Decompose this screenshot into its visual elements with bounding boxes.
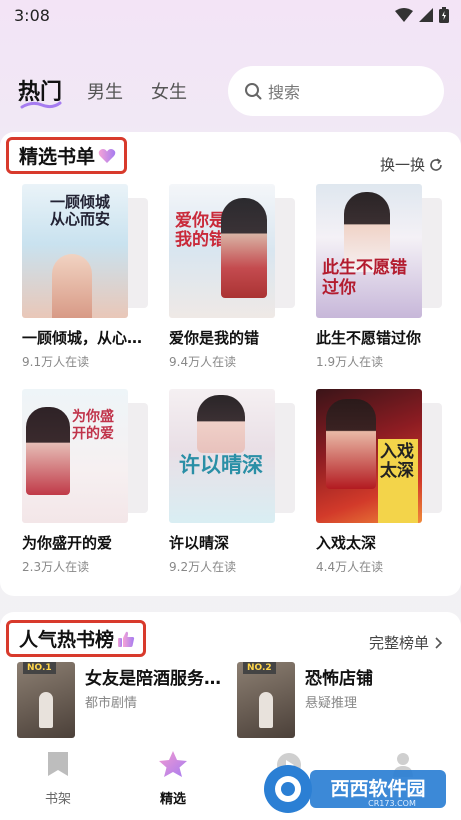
book-card[interactable]: 为你盛开的爱 为你盛开的爱 2.3万人在读 xyxy=(22,389,150,575)
ranking-item[interactable]: NO.1 女友是陪酒服务… 都市剧情 xyxy=(17,662,227,738)
refresh-icon xyxy=(430,157,442,171)
nav-bookshelf[interactable]: 书架 xyxy=(23,750,93,807)
book-card[interactable]: 爱你是我的错 爱你是我的错 9.4万人在读 xyxy=(169,184,297,370)
ranking-title: 女友是陪酒服务… xyxy=(85,669,221,689)
full-ranking-button[interactable]: 完整榜单 xyxy=(369,632,443,653)
cover-title: 许以晴深 xyxy=(179,452,263,477)
cover-figure xyxy=(26,407,70,495)
active-tab-underline xyxy=(20,101,62,109)
ranking-cover: NO.1 xyxy=(17,662,75,738)
status-bar: 3:08 xyxy=(0,0,461,32)
heart-icon xyxy=(98,148,116,163)
ranking-genre: 悬疑推理 xyxy=(305,696,358,711)
ranking-item[interactable]: NO.2 恐怖店铺 悬疑推理 xyxy=(237,662,437,738)
book-readers: 4.4万人在读 xyxy=(316,560,384,574)
featured-title-text: 精选书单 xyxy=(19,146,96,168)
book-readers: 1.9万人在读 xyxy=(316,355,384,369)
book-readers: 9.4万人在读 xyxy=(169,355,237,369)
cover-title: 入戏太深 xyxy=(380,442,414,481)
book-title: 入戏太深 xyxy=(316,534,377,552)
cover-figure xyxy=(326,399,376,489)
status-time: 3:08 xyxy=(14,6,50,25)
nav-label: 书架 xyxy=(44,792,71,807)
cover-vase xyxy=(39,692,53,728)
ranking-title: 人气热书榜 xyxy=(6,620,147,657)
featured-title: 精选书单 xyxy=(6,137,128,174)
tab-male[interactable]: 男生 xyxy=(87,78,123,104)
ranking-cover: NO.2 xyxy=(237,662,295,738)
search-input[interactable]: 搜索 xyxy=(228,66,444,116)
cover-figure xyxy=(52,254,92,318)
watermark-text: 西西软件园 xyxy=(330,777,425,800)
chevron-right-icon xyxy=(435,636,443,649)
book-readers: 9.2万人在读 xyxy=(169,560,237,574)
signal-icon xyxy=(419,8,433,22)
ranking-title: 恐怖店铺 xyxy=(305,669,373,689)
full-ranking-label: 完整榜单 xyxy=(368,634,429,652)
cover-title: 爱你是我的错 xyxy=(175,211,226,250)
thumbs-up-icon xyxy=(118,631,135,647)
bookmark-icon xyxy=(48,752,68,776)
watermark-logo: 西西软件园 CR173.COM xyxy=(262,762,448,816)
book-card[interactable]: 一顾倾城从心而安 一顾倾城，从心… 9.1万人在读 xyxy=(22,184,150,370)
book-cover: 入戏太深 xyxy=(316,389,422,523)
book-cover: 一顾倾城从心而安 xyxy=(22,184,128,318)
book-cover: 此生不愿错过你 xyxy=(316,184,422,318)
shuffle-button[interactable]: 换一换 xyxy=(380,154,443,175)
rank-badge: NO.1 xyxy=(23,662,56,674)
watermark-graphic: 西西软件园 CR173.COM xyxy=(264,765,446,813)
book-cover: 爱你是我的错 xyxy=(169,184,275,318)
cover-title: 此生不愿错过你 xyxy=(322,258,407,298)
nav-featured[interactable]: 精选 xyxy=(138,750,208,807)
book-card[interactable]: 此生不愿错过你 此生不愿错过你 1.9万人在读 xyxy=(316,184,444,370)
rank-badge: NO.2 xyxy=(243,662,276,674)
book-title: 许以晴深 xyxy=(169,534,230,552)
nav-label: 精选 xyxy=(159,792,186,807)
book-card[interactable]: 许以晴深 许以晴深 9.2万人在读 xyxy=(169,389,297,575)
shuffle-label: 换一换 xyxy=(379,156,425,174)
top-nav: 热门 男生 女生 搜索 xyxy=(0,62,461,122)
book-title: 爱你是我的错 xyxy=(169,329,260,347)
book-title: 此生不愿错过你 xyxy=(316,329,422,347)
search-placeholder: 搜索 xyxy=(268,83,301,102)
cover-vase xyxy=(259,692,273,728)
watermark-subtext: CR173.COM xyxy=(368,799,416,808)
book-cover: 为你盛开的爱 xyxy=(22,389,128,523)
ranking-title-text: 人气热书榜 xyxy=(19,629,115,651)
status-icons xyxy=(395,7,449,23)
search-icon xyxy=(245,83,262,100)
book-card[interactable]: 入戏太深 入戏太深 4.4万人在读 xyxy=(316,389,444,575)
book-title: 一顾倾城，从心… xyxy=(22,329,143,347)
featured-section: 精选书单 换一换 一顾倾城从心而安 一顾倾城，从心… 9.1万人在读 爱你是我的… xyxy=(0,132,461,596)
book-readers: 2.3万人在读 xyxy=(22,560,90,574)
book-readers: 9.1万人在读 xyxy=(22,355,90,369)
cover-title: 一顾倾城从心而安 xyxy=(50,193,111,228)
book-cover: 许以晴深 xyxy=(169,389,275,523)
cover-figure xyxy=(197,395,245,453)
star-icon xyxy=(159,751,187,777)
battery-icon xyxy=(439,7,449,23)
cover-figure xyxy=(221,198,267,298)
cover-title: 为你盛开的爱 xyxy=(72,409,114,442)
wifi-icon xyxy=(395,8,413,22)
book-title: 为你盛开的爱 xyxy=(22,534,113,552)
tab-female[interactable]: 女生 xyxy=(151,78,187,104)
ranking-genre: 都市剧情 xyxy=(85,696,138,711)
